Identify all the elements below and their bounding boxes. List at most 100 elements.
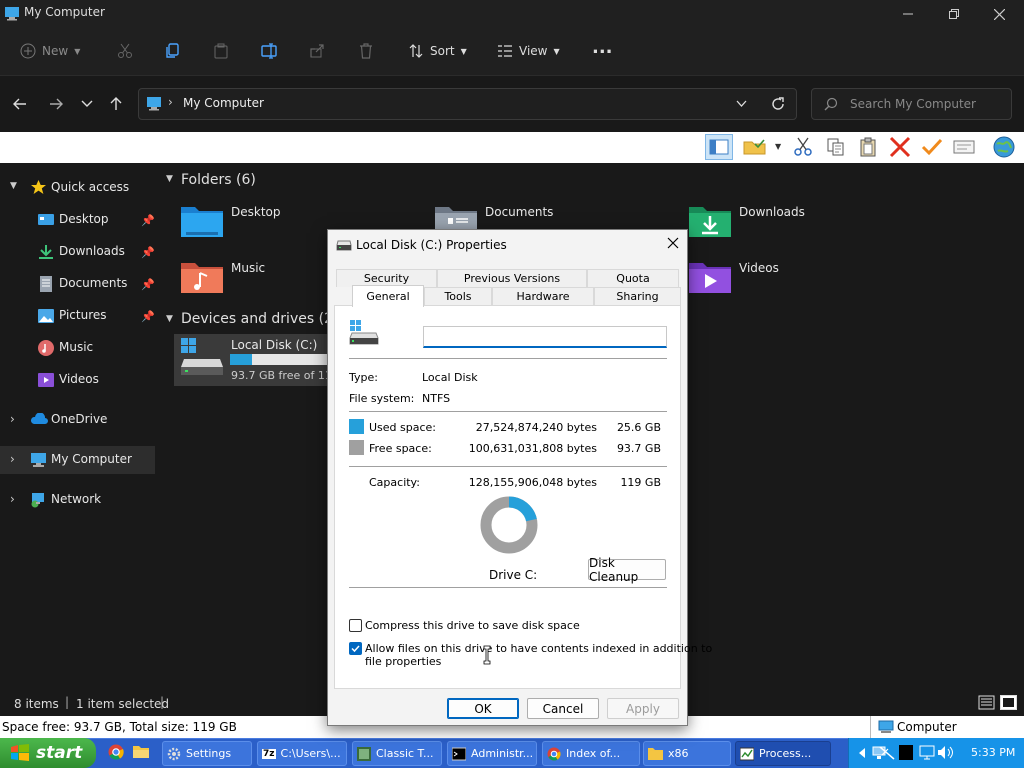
volume-icon[interactable]	[937, 745, 955, 760]
desktop-icon	[38, 212, 54, 228]
drives-group-header[interactable]: Devices and drives (2)	[181, 311, 338, 327]
forward-button[interactable]	[48, 96, 64, 112]
new-button[interactable]: New ▼	[20, 38, 80, 64]
search-box[interactable]: Search My Computer	[811, 88, 1012, 120]
copy-button[interactable]	[165, 38, 181, 64]
network-disconnected-icon[interactable]	[878, 745, 896, 761]
cut-button[interactable]	[117, 38, 133, 64]
nav-item-videos[interactable]: Videos	[0, 366, 155, 394]
disk-cleanup-button[interactable]: Disk Cleanup	[588, 556, 666, 584]
nav-item-onedrive[interactable]: › OneDrive	[0, 406, 155, 434]
dialog-close-button[interactable]	[667, 237, 679, 249]
drive-usage-bar	[230, 354, 330, 365]
nav-item-my-computer[interactable]: › My Computer	[0, 446, 155, 474]
index-label[interactable]: Allow files on this drive to have conten…	[365, 642, 712, 655]
nav-label: Desktop	[59, 212, 109, 226]
view-button[interactable]: View ▼	[497, 38, 560, 64]
refresh-button[interactable]	[770, 96, 786, 112]
index-checkbox[interactable]	[349, 642, 362, 655]
clock[interactable]: 5:33 PM	[971, 746, 1015, 759]
share-button[interactable]	[309, 38, 325, 64]
folder-downloads[interactable]: Downloads	[686, 200, 926, 244]
sort-button[interactable]: Sort ▼	[408, 38, 467, 64]
clipboard-icon	[858, 137, 878, 157]
pin-icon[interactable]: 📌	[141, 278, 155, 291]
chevron-down-icon[interactable]: ▼	[775, 142, 781, 151]
cut-button-classic[interactable]	[789, 134, 817, 160]
copy-button-classic[interactable]	[822, 134, 850, 160]
back-button[interactable]	[12, 96, 28, 112]
folder-icon	[648, 747, 663, 760]
index-label-continued[interactable]: file properties	[365, 655, 441, 668]
usage-donut-chart	[479, 495, 539, 555]
more-options-button[interactable]: ...	[592, 34, 613, 60]
tiles-view-button[interactable]	[1000, 695, 1017, 710]
preview-pane-button[interactable]	[705, 134, 733, 160]
nav-item-downloads[interactable]: Downloads 📌	[0, 238, 155, 266]
ok-button[interactable]: OK	[447, 698, 519, 719]
chevron-right-icon[interactable]: ›	[10, 452, 15, 466]
tab-tools[interactable]: Tools	[424, 287, 492, 305]
address-dropdown-button[interactable]	[736, 100, 747, 108]
folders-group-header[interactable]: Folders (6)	[181, 172, 256, 188]
apply-button[interactable]: Apply	[607, 698, 679, 719]
recent-locations-button[interactable]	[81, 99, 93, 109]
chrome-icon[interactable]	[108, 744, 124, 760]
close-button[interactable]	[976, 0, 1022, 28]
tray-expand-icon[interactable]	[857, 746, 867, 760]
minimize-button[interactable]	[885, 0, 931, 28]
delete-button-classic[interactable]	[886, 134, 914, 160]
address-bar[interactable]: › My Computer	[138, 88, 797, 120]
paste-button[interactable]	[213, 38, 229, 64]
task-x86-folder[interactable]: x86	[643, 741, 731, 766]
tab-hardware[interactable]: Hardware	[492, 287, 594, 305]
delete-button[interactable]	[358, 38, 374, 64]
paste-button-classic[interactable]	[854, 134, 882, 160]
task-7zip[interactable]: 7z C:\Users\...	[257, 741, 347, 766]
cancel-button[interactable]: Cancel	[527, 698, 599, 719]
compress-checkbox[interactable]	[349, 619, 362, 632]
nav-item-pictures[interactable]: Pictures 📌	[0, 302, 155, 330]
restore-button[interactable]	[931, 0, 977, 28]
sort-label: Sort	[430, 44, 455, 58]
pin-icon[interactable]: 📌	[141, 246, 155, 259]
tab-general[interactable]: General	[352, 285, 424, 307]
properties-button-classic[interactable]	[950, 134, 978, 160]
nav-item-documents[interactable]: Documents 📌	[0, 270, 155, 298]
folder-videos[interactable]: Videos	[686, 256, 926, 300]
drive-local-disk-c[interactable]: Local Disk (C:) 93.7 GB free of 119	[174, 334, 339, 386]
rename-button[interactable]	[261, 38, 279, 64]
breadcrumb[interactable]: My Computer	[183, 96, 264, 110]
details-view-button[interactable]	[978, 695, 995, 710]
tab-quota[interactable]: Quota	[587, 269, 679, 287]
globe-button[interactable]	[990, 134, 1018, 160]
chevron-down-icon[interactable]: ▼	[166, 174, 173, 184]
pin-icon[interactable]: 📌	[141, 310, 155, 323]
chevron-down-icon: ▼	[460, 46, 467, 56]
chevron-right-icon[interactable]: ›	[10, 492, 15, 506]
task-settings[interactable]: Settings	[162, 741, 252, 766]
task-admin-console[interactable]: Administr...	[447, 741, 537, 766]
chevron-down-icon[interactable]: ▼	[10, 181, 17, 191]
task-process-explorer[interactable]: Process...	[735, 741, 831, 766]
pin-icon[interactable]: 📌	[141, 214, 155, 227]
nav-item-network[interactable]: › Network	[0, 486, 155, 514]
chevron-down-icon[interactable]: ▼	[166, 314, 173, 324]
explorer-icon[interactable]	[133, 744, 149, 759]
tab-sharing[interactable]: Sharing	[594, 287, 681, 305]
nav-item-music[interactable]: Music	[0, 334, 155, 362]
chevron-right-icon[interactable]: ›	[10, 412, 15, 426]
up-button[interactable]	[108, 96, 124, 112]
task-chrome-index[interactable]: Index of...	[542, 741, 640, 766]
display-icon[interactable]	[919, 745, 935, 760]
confirm-button-classic[interactable]	[918, 134, 946, 160]
start-button[interactable]: start	[0, 738, 96, 768]
task-classic-theme[interactable]: Classic T...	[352, 741, 442, 766]
nav-item-desktop[interactable]: Desktop 📌	[0, 206, 155, 234]
volume-label-input[interactable]	[423, 326, 667, 348]
app-tray-icon[interactable]	[899, 745, 913, 760]
folder-options-button[interactable]	[741, 134, 769, 160]
tab-previous-versions[interactable]: Previous Versions	[437, 269, 587, 287]
compress-label[interactable]: Compress this drive to save disk space	[365, 619, 580, 632]
nav-item-quick-access[interactable]: ▼ Quick access	[0, 174, 155, 202]
